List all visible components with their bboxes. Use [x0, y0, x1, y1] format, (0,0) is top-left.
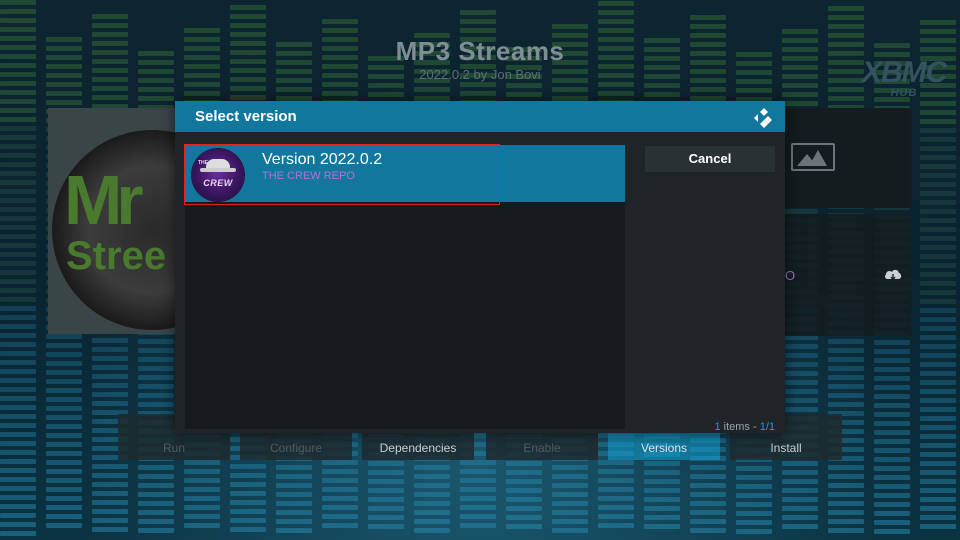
logo-text: CREW [203, 178, 233, 188]
items-count: 1 items - 1/1 [714, 421, 775, 433]
cancel-button[interactable]: Cancel [645, 146, 775, 172]
hat-brim-shape [200, 168, 236, 172]
logo-small-text: THE [198, 160, 208, 166]
version-label: Version 2022.0.2 [262, 151, 383, 168]
xbmc-hub-logo: XBMC HUB [862, 56, 947, 99]
repository-label: THE CREW REPO [262, 170, 355, 182]
the-crew-repo-logo: THE CREW [192, 149, 244, 201]
list-item-version[interactable]: THE CREW Version 2022.0.2 THE CREW REPO [185, 145, 625, 202]
version-list: THE CREW Version 2022.0.2 THE CREW REPO [185, 145, 625, 429]
thumbnail-logo-text: Mr [64, 161, 144, 239]
dialog-header: Select version [175, 101, 785, 132]
thumbnail-logo-text-2: Stree [66, 234, 167, 278]
addon-version-author: 2022.0.2 by Jon Bovi [419, 67, 541, 82]
addon-title: MP3 Streams [395, 36, 565, 66]
addon-fanart-thumbnail: Mr Stree [48, 108, 182, 334]
select-version-dialog: Select version THE CREW Version 2022.0.2… [175, 101, 785, 433]
kodi-icon[interactable] [753, 107, 775, 129]
dialog-title: Select version [195, 108, 297, 125]
status-text: O [785, 268, 796, 283]
image-placeholder-icon [791, 143, 835, 171]
cloud-download-icon [884, 269, 902, 281]
